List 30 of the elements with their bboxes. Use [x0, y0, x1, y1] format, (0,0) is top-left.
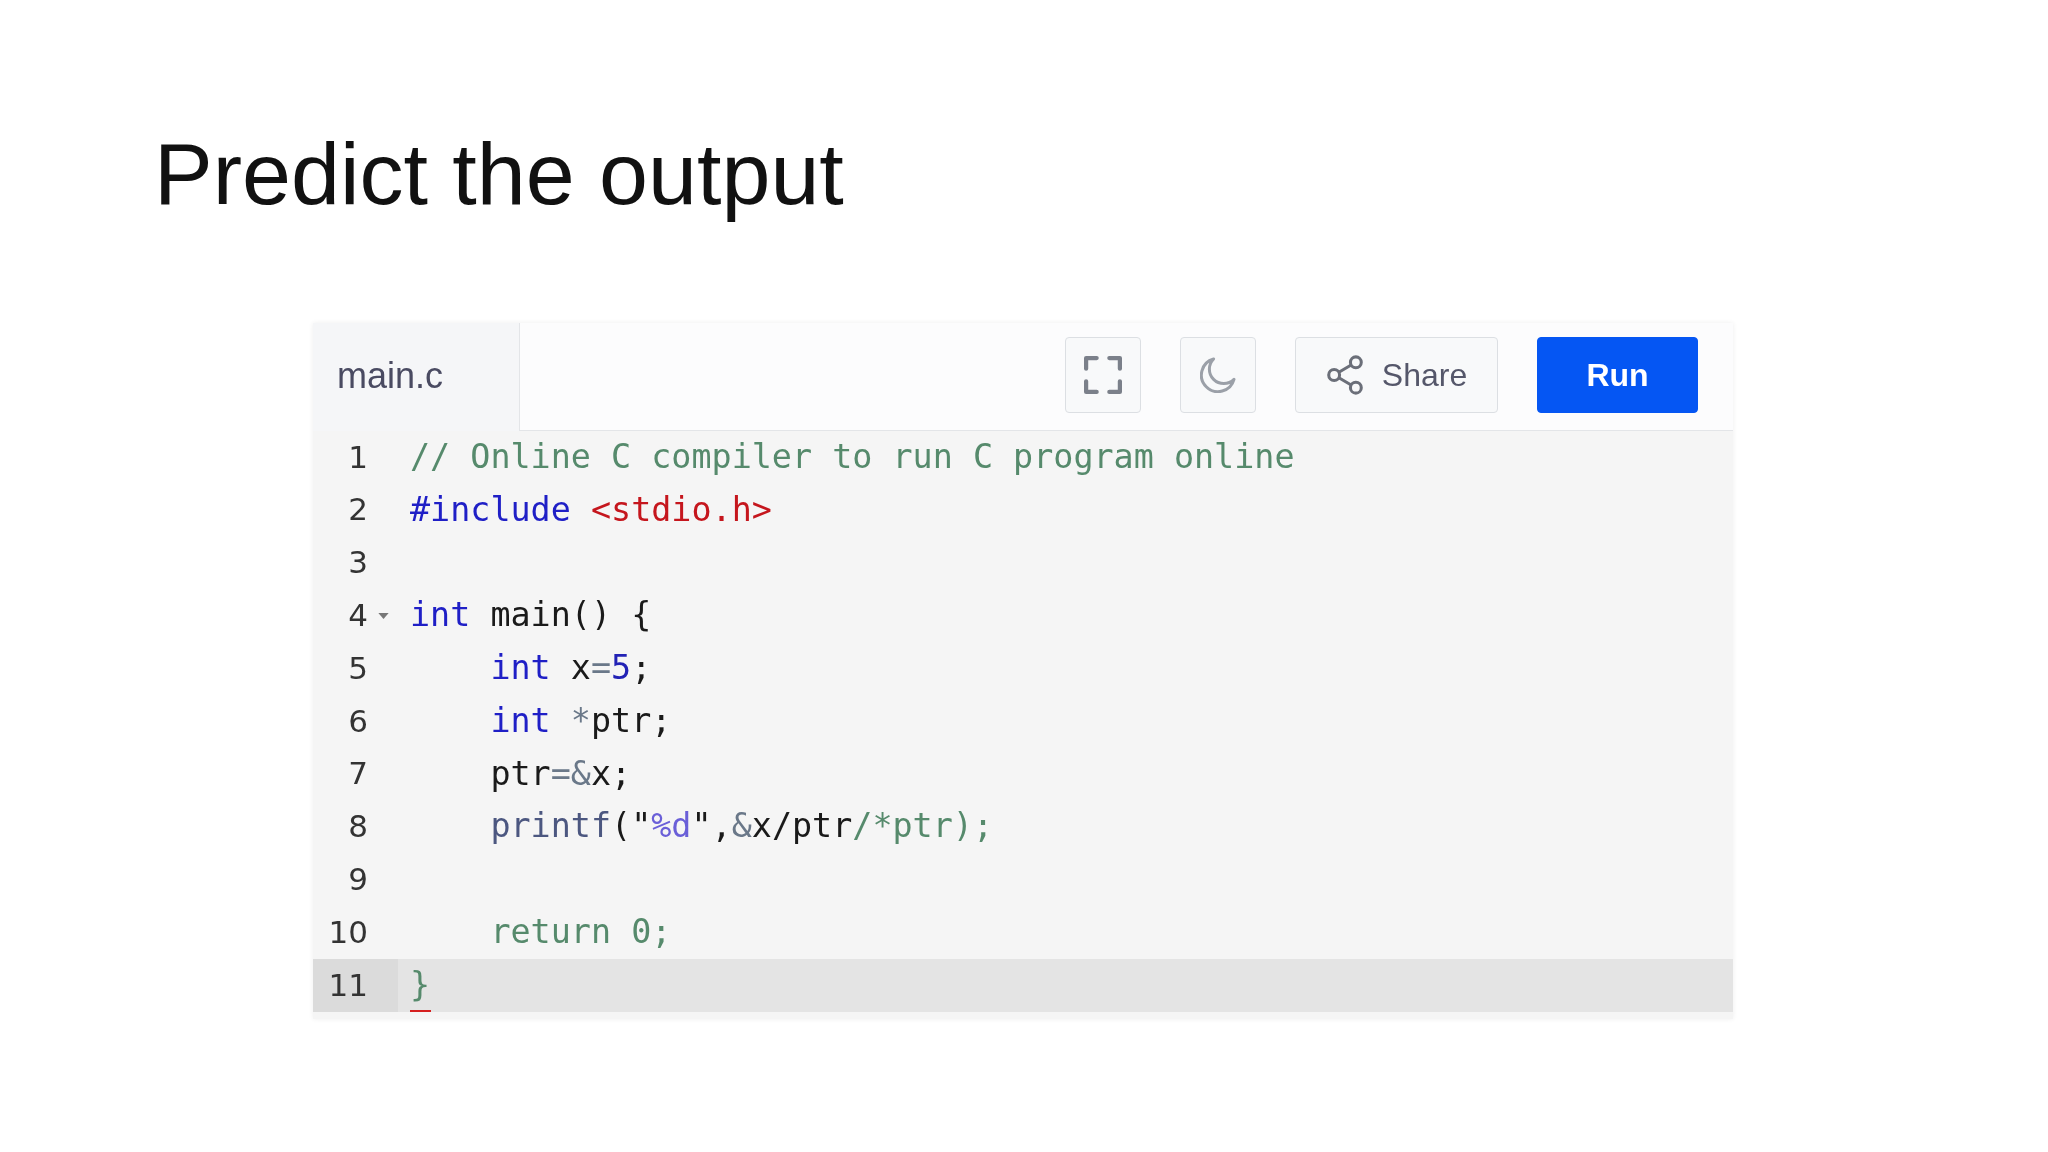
code-line: int *ptr;	[489, 699, 672, 742]
run-button[interactable]: Run	[1537, 337, 1698, 414]
line-number: 5	[348, 649, 368, 687]
line-number: 11	[328, 966, 368, 1004]
line-number: 1	[348, 438, 368, 476]
code-line: printf("%d",&x/ptr/*ptr);	[489, 805, 994, 848]
line-number: 6	[348, 702, 368, 740]
theme-toggle-button[interactable]	[1180, 337, 1256, 414]
line-number: 4	[348, 597, 368, 635]
share-icon	[1325, 355, 1364, 396]
slide-title: Predict the output	[154, 126, 844, 223]
code-line: }	[410, 958, 431, 1012]
fullscreen-icon	[1084, 356, 1122, 395]
code-line: #include <stdio.h>	[410, 488, 772, 531]
line-number: 9	[348, 860, 368, 899]
moon-icon	[1200, 357, 1236, 394]
line-number: 2	[348, 491, 368, 529]
line-number: 8	[348, 808, 368, 846]
line-number: 7	[348, 755, 368, 793]
fullscreen-button[interactable]	[1065, 337, 1141, 414]
share-button[interactable]: Share	[1295, 337, 1498, 414]
line-number: 3	[348, 544, 368, 582]
code-line: int x=5;	[489, 647, 652, 689]
code-line: // Online C compiler to run C program online	[410, 435, 1295, 478]
file-tab[interactable]: main.c	[313, 322, 519, 431]
code-line: ptr=&x;	[489, 752, 632, 795]
code-line: return 0;	[489, 910, 672, 953]
code-line: int main() {	[410, 594, 652, 637]
line-number: 10	[328, 913, 368, 951]
fold-caret-icon[interactable]	[378, 612, 389, 619]
